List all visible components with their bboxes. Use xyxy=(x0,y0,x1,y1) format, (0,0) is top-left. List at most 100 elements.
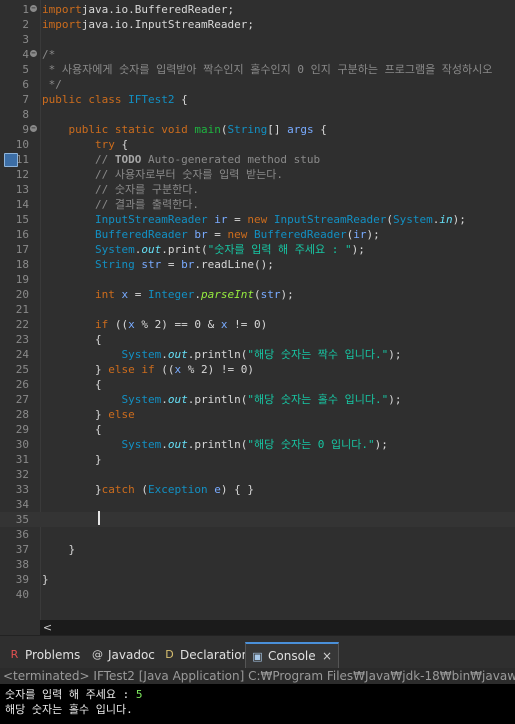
code-token: .println( xyxy=(187,348,248,361)
code-line[interactable]: 24 System.out.println("해당 숫자는 짝수 입니다."); xyxy=(0,347,515,362)
code-line[interactable]: 31 } xyxy=(0,452,515,467)
code-token: System xyxy=(121,348,162,361)
code-line[interactable]: 1− importjava.io.BufferedReader; xyxy=(0,2,515,17)
code-token: /* xyxy=(42,48,56,61)
line-number: 19 xyxy=(15,273,29,286)
code-token: * 사용자에게 숫자를 입력받아 짝수인지 홀수인지 0 인지 구분하는 프로그… xyxy=(42,63,493,76)
line-number: 10 xyxy=(15,138,29,151)
line-number: 39 xyxy=(15,573,29,586)
code-line[interactable]: 37 } xyxy=(0,542,515,557)
code-line[interactable]: 5 * 사용자에게 숫자를 입력받아 짝수인지 홀수인지 0 인지 구분하는 프… xyxy=(0,62,515,77)
code-line[interactable]: 34 xyxy=(0,497,515,512)
code-line[interactable]: 14 // 결과를 출력한다. xyxy=(0,197,515,212)
code-line[interactable]: 29 { xyxy=(0,422,515,437)
line-number: 13 xyxy=(15,183,29,196)
code-editor[interactable]: 1− importjava.io.BufferedReader; 2 importja… xyxy=(0,0,515,620)
code-line[interactable]: 17 System.out.print("숫자를 입력 해 주세요 : "); xyxy=(0,242,515,257)
console-output[interactable]: 숫자를 입력 해 주세요 : 5 해당 숫자는 홀수 입니다. xyxy=(0,684,515,724)
tab-javadoc[interactable]: @ Javadoc xyxy=(86,642,155,668)
close-tab-icon[interactable]: × xyxy=(322,644,332,668)
code-token: Exception xyxy=(147,483,208,496)
code-line[interactable]: 8 xyxy=(0,107,515,122)
code-line[interactable]: 40 xyxy=(0,587,515,602)
code-line[interactable]: 11 // TODO Auto-generated method stub xyxy=(0,152,515,167)
code-line[interactable]: 18 String str = br.readLine(); xyxy=(0,257,515,272)
code-line[interactable]: 3 xyxy=(0,32,515,47)
code-token: import xyxy=(42,18,82,31)
code-line[interactable]: 21 xyxy=(0,302,515,317)
code-token: "해당 숫자는 짝수 입니다." xyxy=(247,348,389,361)
code-line[interactable]: 38 xyxy=(0,557,515,572)
console-icon: ▣ xyxy=(252,650,263,663)
line-number: 16 xyxy=(15,228,29,241)
code-line[interactable]: 10 try { xyxy=(0,137,515,152)
code-line[interactable]: 32 xyxy=(0,467,515,482)
code-line[interactable]: 22 if ((x % 2) == 0 & x != 0) xyxy=(0,317,515,332)
code-line[interactable]: 4−/* xyxy=(0,47,515,62)
tab-label: Javadoc xyxy=(108,648,155,662)
code-line[interactable]: 12 // 사용자로부터 숫자를 입력 받는다. xyxy=(0,167,515,182)
code-text: }catch (Exception e) { } xyxy=(42,482,254,497)
code-token: (( xyxy=(108,318,129,331)
code-token: "해당 숫자는 홀수 입니다." xyxy=(247,393,389,406)
code-text: System.out.println("해당 숫자는 홀수 입니다."); xyxy=(42,392,401,407)
code-token: ); xyxy=(452,213,466,226)
code-token: java.io.InputStreamReader; xyxy=(81,18,254,31)
code-line[interactable]: 28 } else xyxy=(0,407,515,422)
code-token: InputStreamReader xyxy=(94,213,208,226)
code-line[interactable]: 19 xyxy=(0,272,515,287)
line-number: 14 xyxy=(15,198,29,211)
code-text: String str = br.readLine(); xyxy=(42,257,274,272)
fold-toggle-icon[interactable]: − xyxy=(30,50,37,57)
code-line[interactable]: 16 BufferedReader br = new BufferedReade… xyxy=(0,227,515,242)
tab-console[interactable]: ▣ Console × xyxy=(245,642,339,668)
code-line[interactable]: 35 xyxy=(0,512,515,527)
code-token: = xyxy=(227,213,248,226)
code-line[interactable]: 23 { xyxy=(0,332,515,347)
horizontal-scrollbar[interactable]: < xyxy=(40,620,515,635)
tab-declaration[interactable]: D Declaration xyxy=(158,642,249,668)
code-line[interactable]: 9− public static void main(String[] args… xyxy=(0,122,515,137)
code-token: // xyxy=(94,153,115,166)
code-line[interactable]: 25 } else if ((x % 2) != 0) xyxy=(0,362,515,377)
line-number: 15 xyxy=(15,213,29,226)
fold-toggle-icon[interactable]: − xyxy=(30,5,37,12)
code-token: ); xyxy=(374,438,388,451)
code-line[interactable]: 36 xyxy=(0,527,515,542)
code-token: x xyxy=(128,318,135,331)
code-token: } xyxy=(42,573,49,586)
code-line[interactable]: 26 { xyxy=(0,377,515,392)
code-token: System xyxy=(121,438,162,451)
tab-problems[interactable]: R Problems xyxy=(3,642,83,668)
line-number: 32 xyxy=(15,468,29,481)
code-line[interactable]: 13 // 숫자를 구분한다. xyxy=(0,182,515,197)
fold-toggle-icon[interactable]: − xyxy=(30,125,37,132)
code-text: InputStreamReader ir = new InputStreamRe… xyxy=(42,212,466,227)
code-token: ir xyxy=(353,228,367,241)
code-line[interactable]: 7 public class IFTest2 { xyxy=(0,92,515,107)
code-token: IFTest2 xyxy=(128,93,175,106)
code-line[interactable]: 6 */ xyxy=(0,77,515,92)
task-marker-icon[interactable] xyxy=(4,153,18,167)
code-text: // 숫자를 구분한다. xyxy=(42,182,199,197)
code-token: try xyxy=(94,138,115,151)
code-token: main xyxy=(194,123,221,136)
code-line[interactable]: 27 System.out.println("해당 숫자는 홀수 입니다."); xyxy=(0,392,515,407)
code-line[interactable]: 39} xyxy=(0,572,515,587)
line-number: 21 xyxy=(15,303,29,316)
code-token: . xyxy=(194,288,201,301)
line-number: 4 xyxy=(22,48,29,61)
code-token: ); xyxy=(366,228,380,241)
code-line[interactable]: 2 importjava.io.InputStreamReader; xyxy=(0,17,515,32)
code-line[interactable]: 15 InputStreamReader ir = new InputStrea… xyxy=(0,212,515,227)
scroll-left-icon[interactable]: < xyxy=(40,620,55,635)
code-line[interactable]: 20 int x = Integer.parseInt(str); xyxy=(0,287,515,302)
code-line[interactable]: 33 }catch (Exception e) { } xyxy=(0,482,515,497)
code-token: java.io.BufferedReader; xyxy=(81,3,235,16)
problems-icon: R xyxy=(10,648,19,661)
code-text: System.out.println("해당 숫자는 짝수 입니다."); xyxy=(42,347,401,362)
code-token: System xyxy=(94,243,135,256)
code-line[interactable]: 30 System.out.println("해당 숫자는 0 입니다."); xyxy=(0,437,515,452)
